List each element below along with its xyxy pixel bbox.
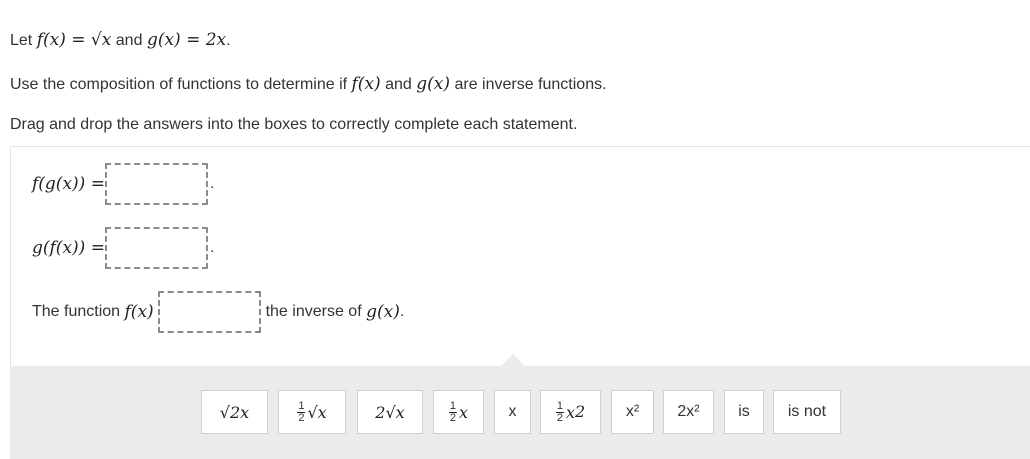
and-text: and <box>115 32 143 49</box>
f-of-x: f(x) <box>351 74 381 94</box>
tile-half-x[interactable]: 12 x <box>433 390 484 434</box>
statement-g-of-f: g(f(x)) = . <box>32 227 214 269</box>
fraction-half: 12 <box>448 399 458 424</box>
tile-half-sqrt-x-text: √x <box>307 402 327 422</box>
statement-period: . <box>209 175 215 192</box>
question-text: Use the composition of functions to dete… <box>10 73 607 96</box>
fraction-half: 12 <box>297 399 306 424</box>
tile-x-text: x <box>508 403 517 420</box>
tile-sqrt-2x[interactable]: √2x <box>201 390 268 434</box>
tile-half-sqrt-x[interactable]: 12 √x <box>278 390 346 434</box>
tile-is-text: is <box>738 403 750 420</box>
g-of-f-label: g(f(x)) = <box>32 238 105 258</box>
tile-is-not[interactable]: is not <box>773 390 841 434</box>
function-text: The function <box>32 303 121 320</box>
instructions-text: Drag and drop the answers into the boxes… <box>10 116 578 133</box>
inverse-of-text: the inverse of <box>265 303 362 320</box>
tile-half-x-squared[interactable]: 12 x2 <box>540 390 601 434</box>
fraction-denominator: 2 <box>449 411 457 424</box>
g-of-x: g(x) <box>416 74 451 94</box>
let-text: Let <box>10 32 33 49</box>
f-of-g-label: f(g(x)) = <box>32 174 105 194</box>
drop-box-f-of-g[interactable] <box>104 163 208 205</box>
tile-half-x-text: x <box>459 402 469 422</box>
statement-area: f(g(x)) = . g(f(x)) = . The function f(x… <box>10 146 1030 367</box>
statement-inverse: The function f(x) the inverse of g(x). <box>32 291 404 333</box>
fraction-numerator: 1 <box>297 399 306 413</box>
f-definition: f(x) = √x <box>37 30 112 50</box>
tile-2-sqrt-x-text: 2√x <box>375 402 405 422</box>
statement-f-of-g: f(g(x)) = . <box>32 163 214 205</box>
tile-is-not-text: is not <box>787 403 827 420</box>
tile-2-sqrt-x[interactable]: 2√x <box>357 390 423 434</box>
statement-period: . <box>209 239 215 256</box>
g-definition-text: g(x) = 2x <box>146 30 227 50</box>
period-text: . <box>226 32 231 49</box>
fraction-half: 12 <box>555 399 564 424</box>
tile-half-x-squared-base: x <box>565 402 575 422</box>
use-before-text: Use the composition of functions to dete… <box>10 76 348 93</box>
statement-period: . <box>399 303 405 320</box>
tile-2x-squared[interactable]: 2x² <box>663 390 714 434</box>
g-of-x-label: g(x) <box>366 302 400 322</box>
g-definition: g(x) = 2x <box>147 30 226 50</box>
tile-is[interactable]: is <box>724 390 764 434</box>
use-after-text: are inverse functions. <box>454 76 607 93</box>
problem-definition: Let f(x) = √x and g(x) = 2x. <box>10 29 231 52</box>
f-definition-text: f(x) = √x <box>36 30 112 50</box>
tile-x-squared-text: x² <box>625 403 640 420</box>
fraction-numerator: 1 <box>448 399 458 413</box>
tile-x[interactable]: x <box>494 390 531 434</box>
use-and-text: and <box>385 76 412 93</box>
fraction-denominator: 2 <box>556 411 563 424</box>
fraction-numerator: 1 <box>555 399 564 413</box>
tile-sqrt-2x-text: √2x <box>219 402 250 422</box>
tray-pointer <box>501 354 525 366</box>
fraction-denominator: 2 <box>298 411 305 424</box>
drop-box-g-of-f[interactable] <box>104 227 208 269</box>
f-of-x-label: f(x) <box>124 302 154 322</box>
drop-box-is-or-not[interactable] <box>158 291 262 333</box>
tile-x-squared[interactable]: x² <box>611 390 654 434</box>
tile-2x-squared-text: 2x² <box>677 403 700 420</box>
